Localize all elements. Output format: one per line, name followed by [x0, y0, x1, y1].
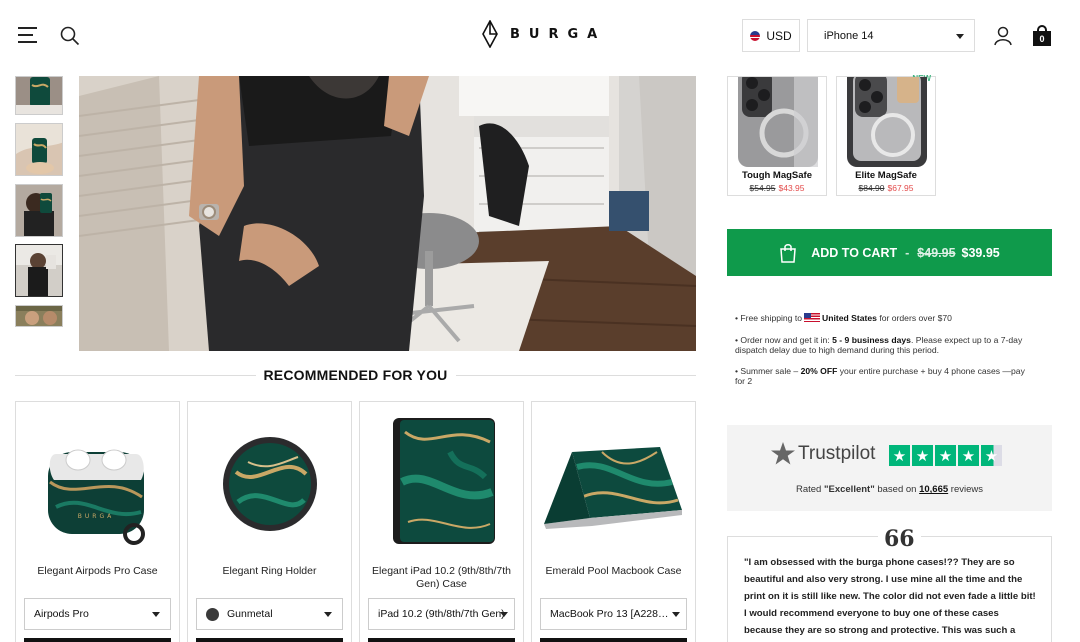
- star-icon: ★: [889, 445, 910, 466]
- half-star-icon: ★: [981, 445, 1002, 466]
- add-to-cart-button[interactable]: [368, 638, 515, 642]
- svg-text:BURGA: BURGA: [78, 513, 114, 520]
- gallery-thumbnail[interactable]: [15, 184, 63, 237]
- logo-text: BURGA: [510, 26, 607, 42]
- variant-select[interactable]: Airpods Pro: [24, 598, 171, 630]
- product-card[interactable]: Elegant Ring Holder Gunmetal: [187, 401, 352, 642]
- chevron-down-icon: [672, 612, 680, 617]
- add-to-cart-button[interactable]: [196, 638, 343, 642]
- chevron-down-icon: [500, 612, 508, 617]
- case-image: [843, 67, 931, 167]
- delivery-info: • Order now and get it in: 5 - 9 busines…: [735, 335, 1023, 355]
- color-swatch: [206, 607, 219, 621]
- product-card[interactable]: Elegant iPad 10.2 (9th/8th/7th Gen) Case…: [359, 401, 524, 642]
- trustpilot-logo: Trustpilot: [771, 442, 875, 465]
- variant-select-value: MacBook Pro 13 [A2289/A2251]: [550, 608, 672, 620]
- trustpilot-rating-stars: ★ ★ ★ ★ ★: [889, 445, 1002, 466]
- device-select[interactable]: iPhone 14: [807, 19, 975, 52]
- cart-button[interactable]: 0: [1033, 25, 1051, 46]
- case-option-name: Tough MagSafe: [741, 170, 813, 181]
- add-to-cart-button[interactable]: [540, 638, 687, 642]
- product-image: [360, 412, 523, 552]
- currency-selector[interactable]: USD: [742, 19, 800, 52]
- trustpilot-summary: Rated "Excellent" based on 10,665 review…: [795, 484, 983, 495]
- product-name[interactable]: Elegant Ring Holder: [194, 565, 345, 578]
- price-separator: -: [905, 245, 910, 260]
- product-name[interactable]: Elegant iPad 10.2 (9th/8th/7th Gen) Case: [366, 565, 517, 591]
- trustpilot-widget[interactable]: Trustpilot ★ ★ ★ ★ ★ Rated "Excellent" b…: [727, 425, 1052, 511]
- shipping-info: • Free shipping to United States for orde…: [735, 313, 952, 323]
- star-icon: ★: [935, 445, 956, 466]
- case-option-name: Elite MagSafe: [855, 170, 917, 181]
- us-flag-icon: [804, 313, 821, 322]
- product-image: [188, 412, 351, 552]
- variant-select-value: Gunmetal: [227, 608, 273, 620]
- gallery-thumbnail[interactable]: [15, 123, 63, 176]
- brand-logo[interactable]: BURGA: [482, 20, 606, 48]
- shopping-bag-icon: [780, 243, 797, 263]
- product-card[interactable]: BURGA Elegant Airpods Pro Case Airpods P…: [15, 401, 180, 642]
- add-to-cart-main-button[interactable]: ADD TO CART - $49.95 $39.95: [727, 229, 1052, 276]
- gallery-thumbnail[interactable]: [15, 305, 63, 327]
- review-text: "I am obsessed with the burga phone case…: [744, 557, 1036, 636]
- variant-select[interactable]: iPad 10.2 (9th/8th/7th Gen): [368, 598, 515, 630]
- case-image: [734, 67, 822, 167]
- product-image: [532, 412, 695, 552]
- current-price: $39.95: [961, 245, 1000, 260]
- user-icon[interactable]: [994, 26, 1012, 46]
- search-icon[interactable]: [60, 26, 80, 46]
- product-name[interactable]: Elegant Airpods Pro Case: [22, 565, 173, 578]
- review-count-link[interactable]: 10,665: [919, 484, 948, 495]
- case-option-price: $84.90 $67.95: [858, 183, 914, 193]
- sale-info: • Summer sale – 20% OFF your entire purc…: [735, 366, 1025, 386]
- add-to-cart-button[interactable]: [24, 638, 171, 642]
- gallery-thumbnail-active[interactable]: [15, 244, 63, 297]
- trustpilot-star-icon: [771, 442, 795, 465]
- product-main-photo: [79, 76, 696, 351]
- variant-select-value: Airpods Pro: [34, 608, 89, 620]
- product-image: BURGA: [16, 412, 179, 552]
- case-type-option[interactable]: NEW Elite MagSafe $84.90$67.95: [836, 67, 936, 196]
- customer-review: 66 "I am obsessed with the burga phone c…: [727, 526, 1052, 642]
- chevron-down-icon: [324, 612, 332, 617]
- variant-select[interactable]: MacBook Pro 13 [A2289/A2251]: [540, 598, 687, 630]
- variant-select[interactable]: Gunmetal: [196, 598, 343, 630]
- case-type-option[interactable]: Tough MagSafe $54.95 $43.95: [727, 67, 827, 196]
- us-flag-icon: [750, 30, 761, 41]
- product-name[interactable]: Emerald Pool Macbook Case: [538, 565, 689, 578]
- quote-icon: 66: [878, 526, 921, 552]
- old-price: $49.95: [917, 245, 956, 260]
- case-option-price: $54.95 $43.95: [749, 183, 805, 193]
- chevron-down-icon: [956, 34, 964, 39]
- cart-count: 0: [1033, 31, 1051, 46]
- device-select-value: iPhone 14: [824, 29, 874, 42]
- logo-mark-icon: [482, 20, 498, 48]
- star-icon: ★: [912, 445, 933, 466]
- product-card[interactable]: Emerald Pool Macbook Case MacBook Pro 13…: [531, 401, 696, 642]
- chevron-down-icon: [152, 612, 160, 617]
- add-to-cart-label: ADD TO CART: [811, 245, 898, 260]
- star-icon: ★: [958, 445, 979, 466]
- currency-label: USD: [766, 28, 792, 43]
- recommended-heading: RECOMMENDED FOR YOU: [15, 367, 696, 383]
- menu-icon[interactable]: [18, 27, 37, 43]
- site-header: BURGA USD iPhone 14 0: [0, 0, 1080, 76]
- gallery-thumbnail[interactable]: [15, 76, 63, 115]
- variant-select-value: iPad 10.2 (9th/8th/7th Gen): [378, 608, 505, 620]
